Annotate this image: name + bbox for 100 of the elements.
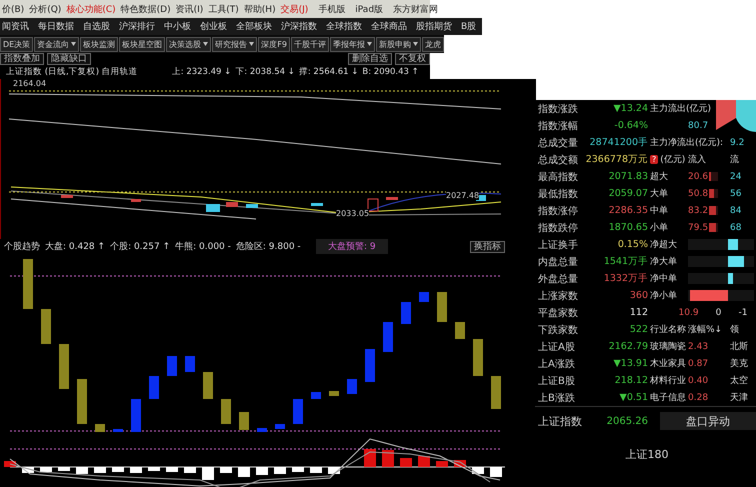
dropdown-arrow-icon[interactable]: [71, 42, 76, 46]
outflow-value: 24: [730, 172, 742, 182]
trend-bar: [401, 302, 411, 324]
toolbar-button[interactable]: 龙虎: [422, 36, 444, 52]
nav-item[interactable]: 全球指数: [326, 20, 362, 33]
dropdown-arrow-icon[interactable]: [366, 42, 372, 46]
column-header: 流入: [688, 154, 707, 166]
menu-item[interactable]: 工具(T): [208, 2, 239, 16]
column-header: 领: [730, 324, 740, 336]
toolbar-button[interactable]: 千股千评: [290, 36, 329, 52]
menu-link[interactable]: 东方财富网: [393, 2, 438, 16]
stat-label: 指数跌停: [538, 222, 579, 234]
trend-bar: [95, 424, 105, 432]
stat-value: ▼0.51: [620, 392, 649, 403]
histogram-bar: [436, 461, 448, 467]
industry-name[interactable]: 木业家具: [650, 357, 688, 370]
dropdown-arrow-icon[interactable]: [412, 42, 418, 46]
menu-link[interactable]: 手机版: [318, 2, 346, 16]
trend-bar: [221, 399, 231, 424]
trend-bar: [365, 349, 375, 382]
nav-item[interactable]: 每日数据: [38, 20, 74, 33]
trend-bar: [437, 292, 447, 322]
histogram-bar: [292, 467, 304, 472]
trend-bar: [113, 429, 123, 432]
candlestick: [61, 195, 73, 198]
toolbar-button[interactable]: 板块星空图: [119, 36, 166, 52]
dropdown-arrow-icon[interactable]: [203, 42, 208, 46]
stat-label: 平盘家数: [538, 306, 579, 320]
stat-value: ▼13.91: [613, 358, 649, 369]
menu-item[interactable]: 资讯(I): [176, 2, 204, 16]
nav-item[interactable]: 创业板: [200, 20, 227, 33]
help-icon[interactable]: ?: [650, 155, 658, 164]
toolbar-button[interactable]: 季报年报: [330, 36, 375, 52]
dropdown-arrow-icon[interactable]: [249, 42, 254, 46]
nav-item[interactable]: 全球商品: [371, 20, 407, 33]
histogram-bar: [184, 467, 196, 473]
industry-name[interactable]: 电子信息: [650, 391, 688, 404]
flow-label: 主力流出(亿元): [650, 102, 712, 115]
industry-change: 2.43: [688, 342, 710, 352]
toolbar-button[interactable]: 深度F9: [258, 36, 290, 52]
stat-value: 2059.07: [608, 188, 649, 199]
histogram-bar: [58, 467, 70, 471]
toolbar-button[interactable]: 决策选股: [166, 36, 212, 52]
chart-reading: 下: 2038.54 ↓: [235, 66, 295, 78]
flow-value: 80.7: [688, 120, 710, 130]
net-flow-label: 净中单: [650, 272, 678, 285]
nav-item[interactable]: 中小板: [164, 20, 191, 33]
histogram-bar: [112, 467, 124, 472]
nav-item[interactable]: 全部板块: [236, 20, 272, 33]
toolbar-button[interactable]: 新股申购: [376, 36, 421, 52]
stat-label: 下跌家数: [538, 324, 579, 336]
indicator-reading: 危险区: 9.800 -: [236, 240, 301, 253]
menu-item[interactable]: 帮助(H): [244, 2, 276, 16]
chart-option-button[interactable]: 指数叠加: [0, 53, 44, 65]
nav-item[interactable]: 沪深排行: [119, 20, 155, 33]
candlestick: [131, 199, 141, 202]
histogram-bar: [490, 467, 502, 477]
chart-option-button[interactable]: 不复权: [395, 53, 430, 65]
outflow-value: 84: [730, 206, 742, 216]
toolbar-button[interactable]: 资金流向: [34, 36, 80, 52]
chart-reading: 上: 2323.49 ↓: [172, 66, 232, 78]
industry-name[interactable]: 材料行业: [650, 374, 688, 387]
toolbar-button[interactable]: 板块监测: [80, 36, 118, 52]
stat-label: 上涨家数: [538, 290, 579, 302]
menu-item[interactable]: 交易(J): [280, 2, 308, 16]
trend-bar: [491, 376, 501, 409]
inflow-value: 20.6: [688, 172, 708, 182]
nav-item[interactable]: 自选股: [83, 20, 110, 33]
menu-link[interactable]: iPad版: [355, 2, 384, 16]
axis-label: 10.9: [678, 308, 699, 318]
menu-item[interactable]: 核心功能(C): [66, 2, 116, 16]
industry-leader: 天津: [730, 392, 749, 404]
column-header: 流: [730, 154, 740, 166]
toolbar-button[interactable]: 研究报告: [212, 36, 258, 52]
industry-change: 0.87: [688, 358, 710, 368]
nav-item[interactable]: 闻资讯: [2, 20, 29, 33]
nav-item[interactable]: 股指期货: [416, 20, 452, 33]
stat-value: 218.12: [614, 375, 649, 386]
trend-bar: [77, 379, 87, 424]
chart-option-button[interactable]: 删除自选: [348, 53, 392, 65]
trend-bar: [419, 292, 429, 302]
histogram-bar: [130, 467, 142, 473]
stat-value: 2286.35: [608, 205, 649, 216]
chart-option-button[interactable]: 隐藏缺口: [47, 53, 91, 65]
chart-title: 上证指数 (日线,下复权) 自用轨道: [6, 66, 138, 78]
nav-item[interactable]: 沪深指数: [281, 20, 317, 33]
candlestick: [386, 197, 398, 200]
menu-item[interactable]: 特色数据(D): [120, 2, 171, 16]
menu-item[interactable]: 价(B): [2, 2, 24, 16]
outflow-value: 56: [730, 188, 742, 198]
candlestick: [311, 203, 323, 206]
industry-name[interactable]: 玻璃陶瓷: [650, 340, 688, 353]
stat-label: 内盘总量: [538, 256, 579, 268]
toolbar-button[interactable]: DE决策: [0, 36, 34, 52]
menu-item[interactable]: 分析(Q): [29, 2, 62, 16]
stat-label: 上证B股: [538, 374, 576, 388]
histogram-bar: [274, 467, 286, 474]
stat-value: 112: [630, 307, 649, 318]
switch-indicator-button[interactable]: 换指标: [470, 240, 505, 252]
nav-item[interactable]: B股: [461, 20, 476, 33]
